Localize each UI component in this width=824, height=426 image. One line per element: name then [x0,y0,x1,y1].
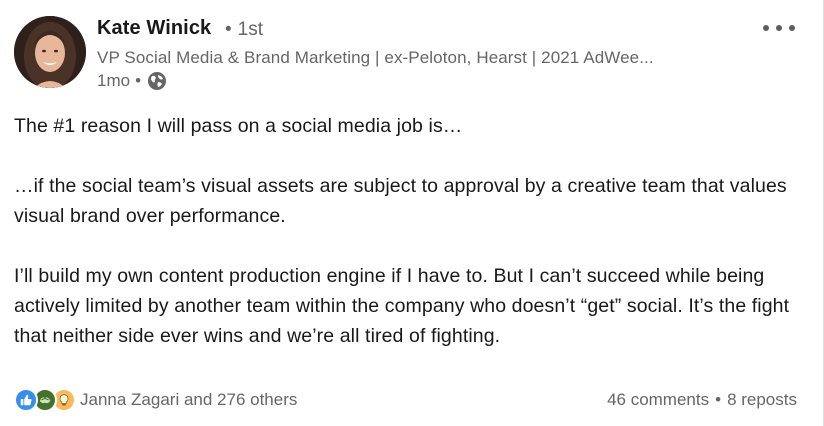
reposts-count[interactable]: 8 reposts [727,390,797,410]
engagement-counts: 46 comments • 8 reposts [607,390,797,410]
post-text: The #1 reason I will pass on a social me… [14,111,804,351]
author-avatar[interactable] [14,16,86,88]
connection-degree-label: 1st [237,19,264,40]
post-paragraph: …if the social team’s visual assets are … [14,175,787,227]
ellipsis-dot [776,25,782,31]
separator-dot: • [225,19,232,40]
author-name[interactable]: Kate Winick [97,17,211,40]
feed-post-card: Kate Winick • 1st VP Social Media & Brand… [0,0,824,426]
globe-icon [148,72,167,90]
reactions-summary[interactable]: Janna Zagari and 276 others [14,388,297,412]
post-time: 1mo [97,71,131,90]
post-meta: 1mo • [97,71,167,91]
ellipsis-dot [763,25,769,31]
like-icon [14,388,38,412]
reaction-names: Janna Zagari and 276 others [80,390,298,409]
reaction-icons [14,388,76,412]
separator-dot: • [715,390,722,409]
author-photo [14,16,86,88]
author-headline: VP Social Media & Brand Marketing | ex-P… [97,48,654,67]
more-options-button[interactable] [760,18,798,38]
post-paragraph: I’ll build my own content production eng… [14,265,790,347]
ellipsis-dot [789,25,795,31]
comments-count[interactable]: 46 comments [607,390,709,410]
connection-degree: • 1st [225,19,263,41]
separator-dot: • [135,71,142,90]
post-paragraph: The #1 reason I will pass on a social me… [14,115,463,137]
